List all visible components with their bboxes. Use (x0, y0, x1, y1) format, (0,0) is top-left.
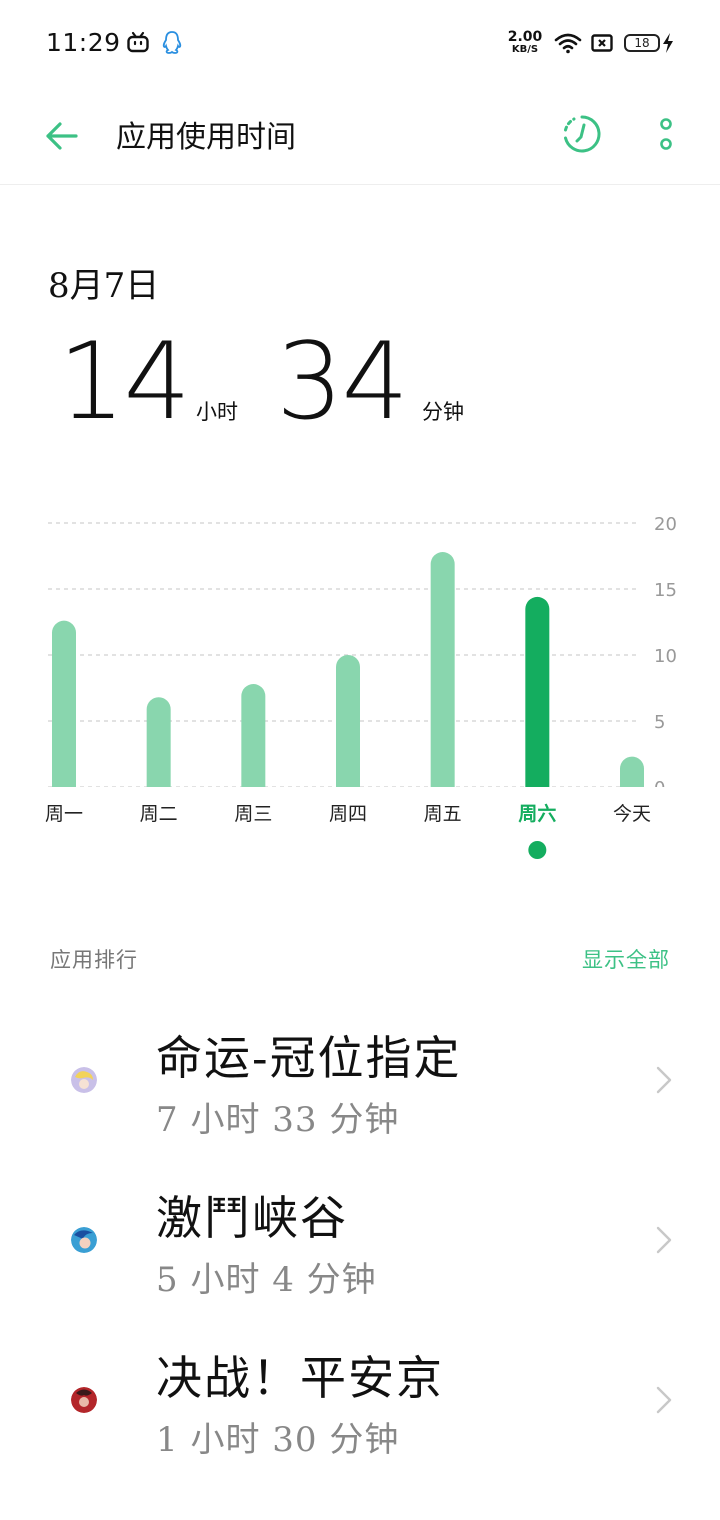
y-tick-label: 5 (654, 712, 665, 733)
status-bar: 11:29 2.00 KB/S 18 (0, 0, 720, 90)
more-button[interactable] (646, 112, 686, 156)
wifi-icon (554, 32, 582, 58)
x-tick-label[interactable]: 周一 (45, 803, 83, 825)
page-title: 应用使用时间 (116, 120, 296, 155)
app-usage-time: 1 小时 30 分钟 (156, 1420, 400, 1460)
app-bar: 应用使用时间 (0, 90, 720, 185)
network-speed: 2.00 KB/S (506, 30, 544, 55)
network-speed-unit: KB/S (511, 44, 539, 55)
show-all-link[interactable]: 显示全部 (582, 944, 670, 974)
qq-icon (160, 30, 184, 60)
chart-bar[interactable] (430, 552, 455, 799)
app-icon-fgo (71, 1067, 97, 1093)
app-list-item-fgo[interactable]: 命运-冠位指定 7 小时 33 分钟 (0, 1000, 720, 1160)
x-tick-label[interactable]: 周五 (424, 803, 462, 825)
network-speed-value: 2.00 (507, 29, 543, 45)
chart-bar[interactable] (241, 684, 266, 799)
usage-date: 8月7日 (48, 266, 160, 306)
app-icon-onmyoji-arena (71, 1387, 97, 1413)
app-usage-time: 5 小时 4 分钟 (156, 1260, 377, 1300)
status-time: 11:29 (46, 28, 121, 57)
app-name: 命运-冠位指定 (156, 1031, 462, 1085)
usage-minutes: 34 (276, 320, 409, 443)
x-tick-label[interactable]: 今天 (613, 803, 651, 825)
chart-bar[interactable] (146, 697, 171, 799)
chevron-right-icon (656, 1386, 672, 1414)
x-tick-label[interactable]: 周六 (518, 802, 556, 825)
weekly-usage-chart: 20151050周一周二周三周四周五周六今天 (0, 490, 720, 870)
chevron-right-icon (656, 1066, 672, 1094)
app-name: 决战！平安京 (156, 1351, 444, 1405)
selected-day-indicator (528, 841, 547, 859)
x-tick-label[interactable]: 周四 (329, 803, 367, 825)
ranking-label: 应用排行 (50, 948, 138, 972)
chevron-right-icon (656, 1226, 672, 1254)
chart-baseline-mask (0, 787, 720, 803)
sim-icon (591, 34, 613, 56)
y-tick-label: 15 (654, 580, 677, 601)
y-tick-label: 10 (654, 646, 677, 667)
timer-button[interactable] (560, 112, 604, 156)
hours-unit: 小时 (196, 400, 238, 424)
x-tick-label[interactable]: 周三 (234, 803, 272, 825)
chart-bar[interactable] (336, 655, 360, 799)
app-list-item-league-wild-rift[interactable]: 激鬥峡谷 5 小时 4 分钟 (0, 1160, 720, 1320)
arrow-left-icon (46, 122, 78, 150)
app-usage-time: 7 小时 33 分钟 (156, 1100, 400, 1140)
timer-icon (564, 115, 601, 153)
battery-icon: 18 (624, 34, 660, 52)
app-name: 激鬥峡谷 (156, 1191, 348, 1245)
minutes-unit: 分钟 (422, 400, 464, 424)
charging-icon (661, 32, 675, 58)
y-tick-label: 20 (654, 514, 677, 535)
chart-bar[interactable] (52, 620, 76, 799)
app-icon-league-wild-rift (71, 1227, 97, 1253)
chart-bar[interactable] (525, 596, 550, 799)
app-list-item-onmyoji-arena[interactable]: 决战！平安京 1 小时 30 分钟 (0, 1320, 720, 1480)
back-button[interactable] (40, 114, 84, 158)
bilibili-icon (126, 30, 150, 58)
more-vertical-icon (660, 118, 672, 150)
usage-hours: 14 (58, 320, 191, 443)
x-tick-label[interactable]: 周二 (140, 803, 178, 825)
